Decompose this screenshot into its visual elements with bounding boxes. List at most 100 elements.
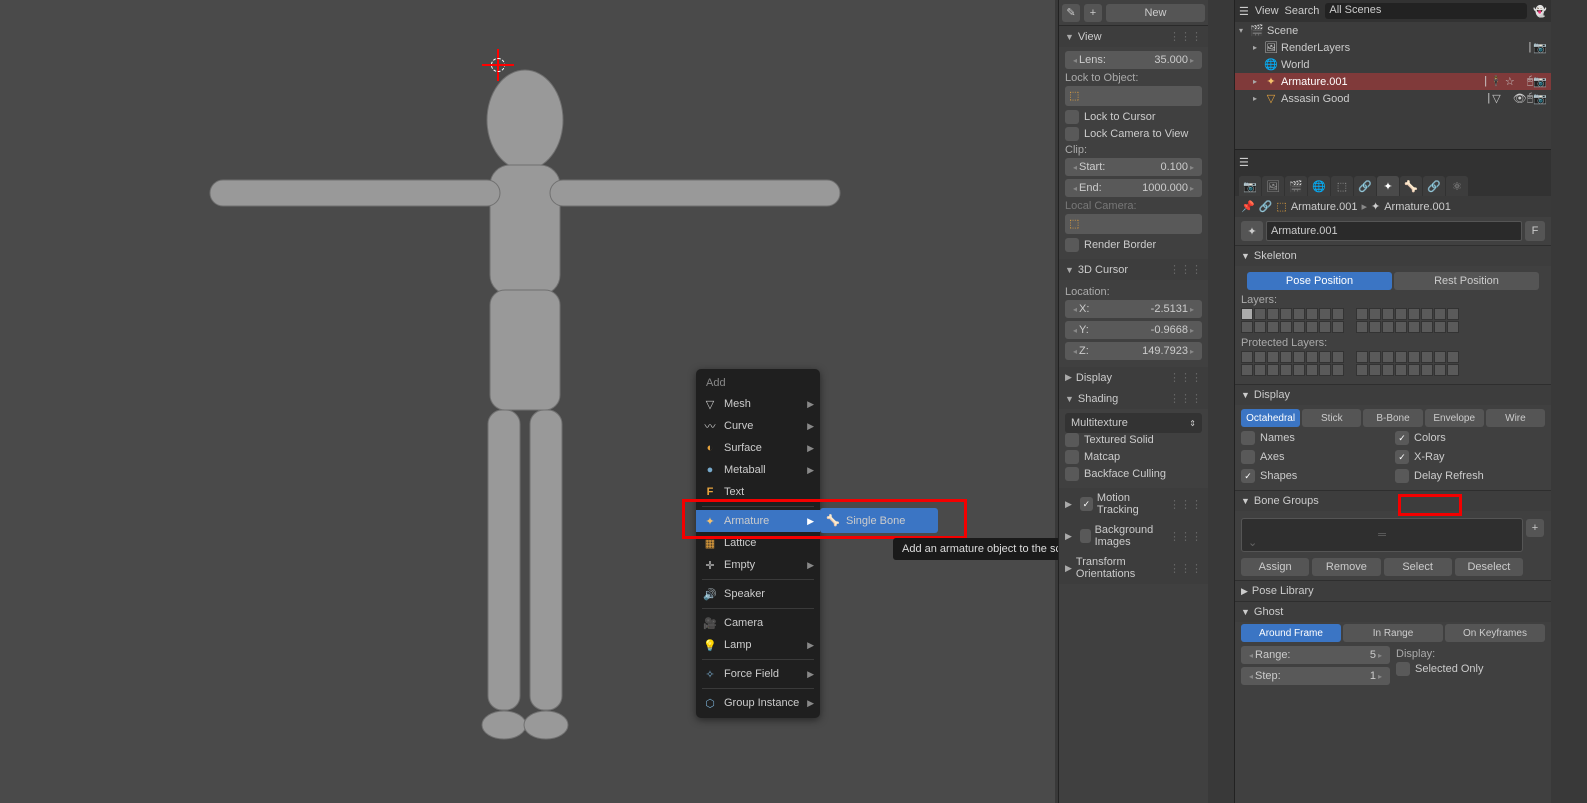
datablock-select[interactable]: ✦ bbox=[1241, 221, 1263, 241]
add-bone-group-button[interactable]: + bbox=[1526, 519, 1544, 537]
protected-layers[interactable] bbox=[1241, 351, 1545, 376]
render-icon[interactable]: 📷 bbox=[1533, 41, 1547, 54]
tab-physics[interactable]: ⚛ bbox=[1446, 176, 1468, 196]
menu-item-armature[interactable]: ✦Armature▶ bbox=[696, 510, 820, 532]
new-brush-button[interactable]: New bbox=[1106, 4, 1205, 22]
menu-item-lamp[interactable]: 💡Lamp▶ bbox=[696, 634, 820, 656]
section-skeleton[interactable]: ▼Skeleton bbox=[1235, 246, 1551, 266]
n-section-display[interactable]: ▶Display⋮⋮⋮ bbox=[1059, 367, 1208, 388]
tab-render[interactable]: 📷 bbox=[1239, 176, 1261, 196]
ghost-range-field[interactable]: ◂Range:5▸ bbox=[1241, 646, 1390, 664]
display-mode-wire[interactable]: Wire bbox=[1486, 409, 1545, 427]
editor-type-icon[interactable]: ☰ bbox=[1239, 156, 1249, 169]
colors-checkbox[interactable]: ✓Colors bbox=[1395, 431, 1545, 445]
n-section-shading[interactable]: ▼Shading⋮⋮⋮ bbox=[1059, 388, 1208, 409]
outliner-search-menu[interactable]: Search bbox=[1285, 5, 1320, 17]
tab-renderlayers[interactable]: 🖼 bbox=[1262, 176, 1284, 196]
pose-position-button[interactable]: Pose Position bbox=[1247, 272, 1392, 290]
lock-to-object-field[interactable]: ⬚ bbox=[1065, 86, 1202, 106]
cursor-z-field[interactable]: ◂Z:149.7923▸ bbox=[1065, 342, 1202, 360]
lock-to-cursor-checkbox[interactable]: Lock to Cursor bbox=[1065, 110, 1202, 124]
outliner-view-menu[interactable]: View bbox=[1255, 5, 1279, 17]
rest-position-button[interactable]: Rest Position bbox=[1394, 272, 1539, 290]
menu-item-camera[interactable]: 🎥Camera bbox=[696, 612, 820, 634]
armature-data-icon[interactable]: ☆ bbox=[1505, 75, 1515, 88]
n-section-3d-cursor[interactable]: ▼3D Cursor⋮⋮⋮ bbox=[1059, 259, 1208, 280]
select-button[interactable]: Select bbox=[1384, 558, 1452, 576]
cursor-y-field[interactable]: ◂Y:-0.9668▸ bbox=[1065, 321, 1202, 339]
tab-bone-constraint[interactable]: 🔗 bbox=[1423, 176, 1445, 196]
ghost-step-field[interactable]: ◂Step:1▸ bbox=[1241, 667, 1390, 685]
render-border-checkbox[interactable]: Render Border bbox=[1065, 238, 1202, 252]
n-section-transform-orientations[interactable]: ▶Transform Orientations⋮⋮⋮ bbox=[1059, 552, 1208, 584]
display-mode-envelope[interactable]: Envelope bbox=[1425, 409, 1484, 427]
fake-user-button[interactable]: F bbox=[1525, 221, 1545, 241]
menu-item-speaker[interactable]: 🔊Speaker bbox=[696, 583, 820, 605]
tab-bone[interactable]: 🦴 bbox=[1400, 176, 1422, 196]
menu-item-curve[interactable]: 〰Curve▶ bbox=[696, 415, 820, 437]
viewport-3d[interactable] bbox=[0, 0, 1055, 803]
ghost-in-range[interactable]: In Range bbox=[1343, 624, 1443, 642]
outliner-armature[interactable]: ▸✦Armature.001|🕴☆🖰📷 bbox=[1235, 73, 1551, 90]
ghost-on-keyframes[interactable]: On Keyframes bbox=[1445, 624, 1545, 642]
display-mode-octahedral[interactable]: Octahedral bbox=[1241, 409, 1300, 427]
outliner-scene[interactable]: ▾🎬Scene bbox=[1235, 22, 1551, 39]
n-section-background-images[interactable]: ▶Background Images⋮⋮⋮ bbox=[1059, 520, 1208, 552]
n-section-view[interactable]: ▼View⋮⋮⋮ bbox=[1059, 26, 1208, 47]
axes-checkbox[interactable]: Axes bbox=[1241, 450, 1391, 464]
shading-mode-dropdown[interactable]: Multitexture⇕ bbox=[1065, 413, 1202, 433]
delay-refresh-checkbox[interactable]: Delay Refresh bbox=[1395, 469, 1545, 483]
deselect-button[interactable]: Deselect bbox=[1455, 558, 1523, 576]
section-pose-library[interactable]: ▶Pose Library bbox=[1235, 581, 1551, 601]
display-mode-stick[interactable]: Stick bbox=[1302, 409, 1361, 427]
restrict-render-icon[interactable]: 📷 bbox=[1533, 75, 1547, 88]
tab-constraints[interactable]: 🔗 bbox=[1354, 176, 1376, 196]
assign-button[interactable]: Assign bbox=[1241, 558, 1309, 576]
outliner-ghost-icon[interactable]: 👻 bbox=[1533, 5, 1547, 18]
outliner-world[interactable]: 🌐World bbox=[1235, 56, 1551, 73]
outliner-filter-dropdown[interactable]: All Scenes bbox=[1325, 3, 1527, 19]
restrict-render-icon[interactable]: 📷 bbox=[1533, 92, 1547, 105]
clip-start-field[interactable]: ◂Start:0.100▸ bbox=[1065, 158, 1202, 176]
names-checkbox[interactable]: Names bbox=[1241, 431, 1391, 445]
ghost-around-frame[interactable]: Around Frame bbox=[1241, 624, 1341, 642]
shapes-checkbox[interactable]: ✓Shapes bbox=[1241, 469, 1391, 483]
visibility-icon[interactable]: 👁 bbox=[1513, 92, 1527, 105]
section-display[interactable]: ▼Display bbox=[1235, 385, 1551, 405]
restrict-select-icon[interactable]: 🖰 bbox=[1527, 92, 1534, 105]
menu-item-group-instance[interactable]: ⬡Group Instance▶ bbox=[696, 692, 820, 714]
tab-object[interactable]: ⬚ bbox=[1331, 176, 1353, 196]
textured-solid-checkbox[interactable]: Textured Solid bbox=[1065, 433, 1202, 447]
n-section-motion-tracking[interactable]: ▶✓Motion Tracking⋮⋮⋮ bbox=[1059, 488, 1208, 520]
armature-layers[interactable] bbox=[1241, 308, 1545, 333]
outliner-type-icon[interactable]: ☰ bbox=[1239, 5, 1249, 18]
backface-culling-checkbox[interactable]: Backface Culling bbox=[1065, 467, 1202, 481]
restrict-select-icon[interactable]: 🖰 bbox=[1527, 75, 1534, 88]
menu-item-surface[interactable]: ◐Surface▶ bbox=[696, 437, 820, 459]
section-bone-groups[interactable]: ▼Bone Groups bbox=[1235, 491, 1551, 511]
outliner-mesh[interactable]: ▸▽Assasin Good|▽👁🖰📷 bbox=[1235, 90, 1551, 107]
pose-icon[interactable]: 🕴 bbox=[1489, 75, 1503, 88]
submenu-single-bone[interactable]: 🦴Single Bone bbox=[820, 510, 938, 531]
cursor-x-field[interactable]: ◂X:-2.5131▸ bbox=[1065, 300, 1202, 318]
menu-item-lattice[interactable]: ▦Lattice bbox=[696, 532, 820, 554]
drag-handle[interactable]: ═ bbox=[1378, 529, 1386, 541]
clip-end-field[interactable]: ◂End:1000.000▸ bbox=[1065, 179, 1202, 197]
menu-item-text[interactable]: FText bbox=[696, 481, 820, 503]
mesh-data-icon[interactable]: ▽ bbox=[1492, 92, 1500, 105]
tab-armature-data[interactable]: ✦ bbox=[1377, 176, 1399, 196]
pin-icon[interactable]: 📌 bbox=[1241, 200, 1255, 213]
armature-name-input[interactable] bbox=[1266, 221, 1522, 241]
tab-world[interactable]: 🌐 bbox=[1308, 176, 1330, 196]
add-brush-button[interactable]: + bbox=[1084, 4, 1102, 22]
local-camera-field[interactable]: ⬚ bbox=[1065, 214, 1202, 234]
outliner-renderlayers[interactable]: ▸🖼RenderLayers|📷 bbox=[1235, 39, 1551, 56]
menu-item-mesh[interactable]: ▽Mesh▶ bbox=[696, 393, 820, 415]
brush-select[interactable]: ✎ bbox=[1062, 4, 1080, 22]
menu-item-empty[interactable]: ✛Empty▶ bbox=[696, 554, 820, 576]
menu-item-metaball[interactable]: ●Metaball▶ bbox=[696, 459, 820, 481]
selected-only-checkbox[interactable]: Selected Only bbox=[1396, 662, 1545, 676]
lock-camera-to-view-checkbox[interactable]: Lock Camera to View bbox=[1065, 127, 1202, 141]
matcap-checkbox[interactable]: Matcap bbox=[1065, 450, 1202, 464]
menu-item-force-field[interactable]: ✧Force Field▶ bbox=[696, 663, 820, 685]
